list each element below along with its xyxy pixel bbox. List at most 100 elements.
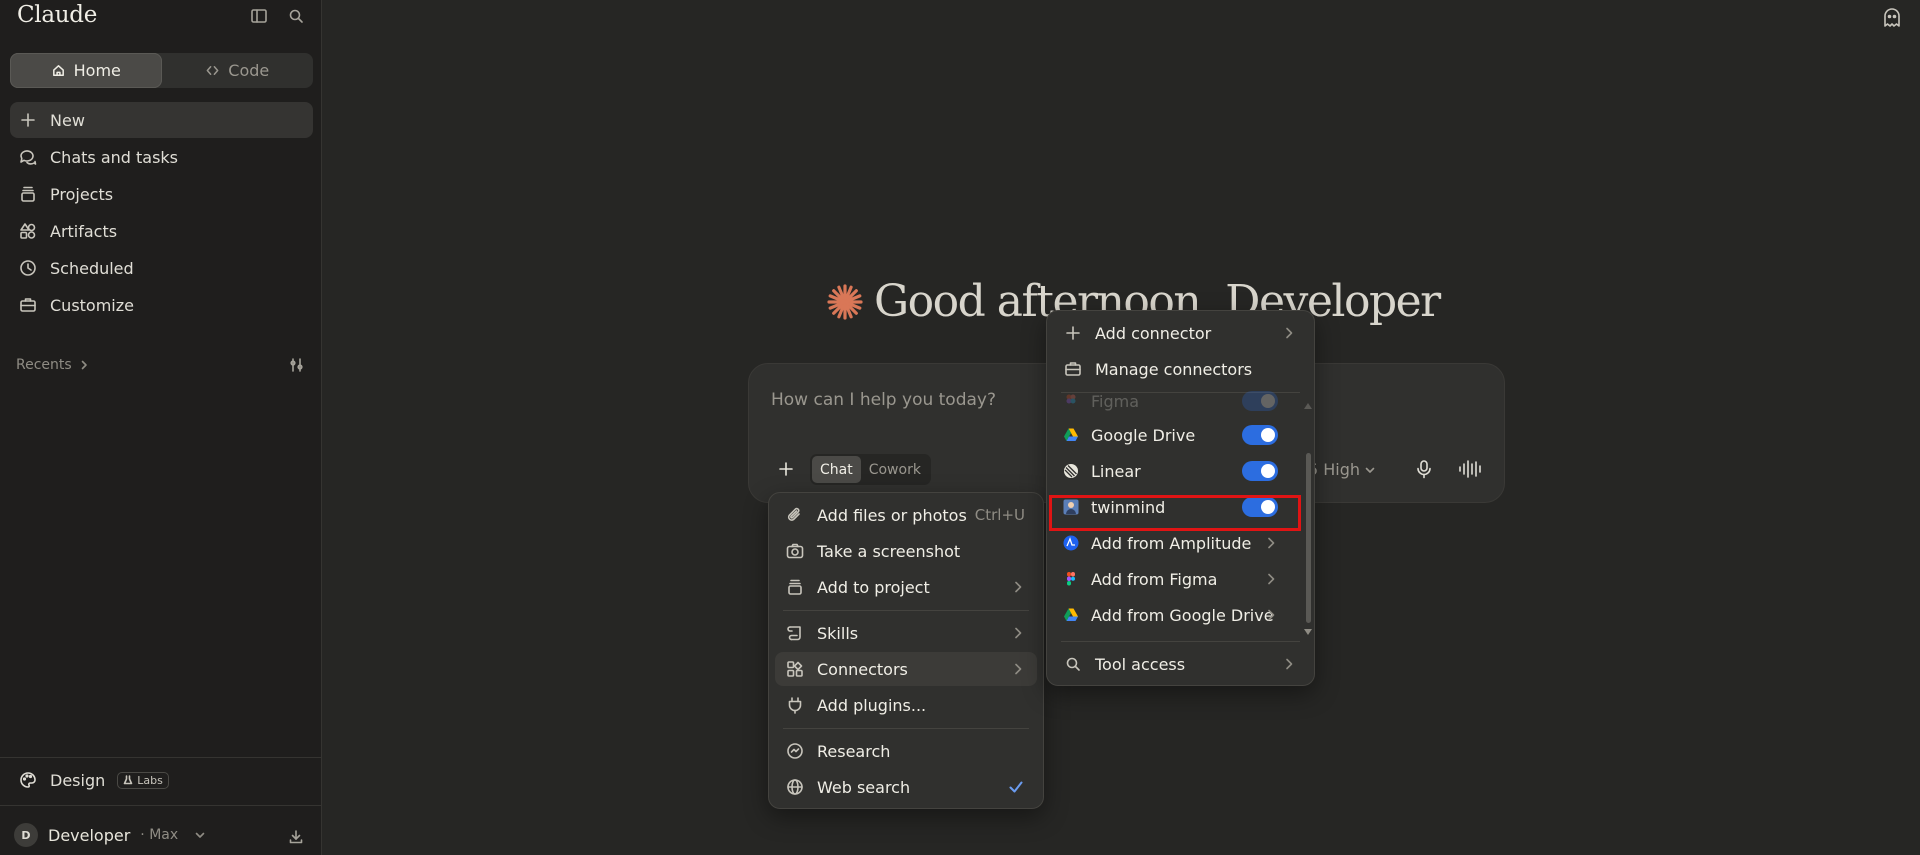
user-name: Developer bbox=[48, 825, 131, 845]
plugin-icon bbox=[788, 697, 802, 714]
chevron-down-icon bbox=[1365, 467, 1375, 473]
sidebar-item-projects[interactable]: Projects bbox=[10, 176, 313, 212]
design-item[interactable]: Design Labs bbox=[18, 770, 169, 790]
chevron-right-icon bbox=[1286, 327, 1293, 339]
menu-item-connectors[interactable]: Connectors bbox=[775, 652, 1037, 686]
filter-icon[interactable] bbox=[288, 356, 306, 374]
design-label: Design bbox=[50, 770, 106, 790]
menu-item-label: Skills bbox=[817, 623, 859, 643]
sidebar-item-label: Artifacts bbox=[50, 221, 118, 241]
sidebar: Claude Home Code New Chats and tasks Pro… bbox=[0, 0, 322, 855]
sidebar-item-chats[interactable]: Chats and tasks bbox=[10, 139, 313, 175]
menu-item-add-from-figma[interactable]: Add from Figma bbox=[1053, 562, 1308, 596]
search-icon[interactable] bbox=[285, 5, 307, 27]
chat-icon bbox=[20, 150, 37, 165]
model-selector[interactable]: 5 High bbox=[1308, 460, 1376, 479]
download-icon[interactable] bbox=[287, 828, 305, 846]
scroll-up-arrow-icon[interactable] bbox=[1304, 403, 1312, 409]
tab-home[interactable]: Home bbox=[10, 53, 162, 88]
recents-header: Recents bbox=[16, 356, 306, 374]
connector-label: Figma bbox=[1091, 391, 1140, 411]
chevron-down-icon bbox=[195, 832, 205, 838]
project-icon bbox=[788, 579, 802, 595]
user-profile[interactable]: D Developer · Max bbox=[14, 823, 206, 847]
menu-item-label: Tool access bbox=[1095, 654, 1186, 674]
menu-item-web-search[interactable]: Web search bbox=[775, 770, 1037, 804]
chevron-right-icon bbox=[1268, 537, 1275, 549]
sidebar-item-customize[interactable]: Customize bbox=[10, 287, 313, 323]
palette-icon bbox=[20, 772, 36, 788]
tab-home-label: Home bbox=[73, 61, 121, 80]
code-icon bbox=[206, 66, 219, 75]
scroll-down-arrow-icon[interactable] bbox=[1304, 629, 1312, 635]
connector-label: twinmind bbox=[1091, 497, 1166, 517]
sidebar-nav: New Chats and tasks Projects Artifacts S… bbox=[10, 102, 313, 324]
menu-item-label: Web search bbox=[817, 777, 911, 797]
attach-button[interactable] bbox=[769, 453, 803, 485]
recents-label: Recents bbox=[16, 357, 72, 373]
chevron-right-icon bbox=[81, 360, 87, 370]
menu-item-label: Add to project bbox=[817, 577, 930, 597]
linear-icon bbox=[1064, 464, 1078, 478]
chevron-right-icon bbox=[1268, 609, 1275, 621]
twinmind-icon bbox=[1063, 499, 1079, 515]
connector-toggle[interactable] bbox=[1242, 497, 1278, 517]
sidebar-item-label: Customize bbox=[50, 295, 134, 315]
menu-item-skills[interactable]: Skills bbox=[775, 616, 1037, 650]
menu-item-label: Connectors bbox=[817, 659, 908, 679]
artifacts-icon bbox=[20, 223, 36, 239]
home-icon bbox=[52, 65, 64, 76]
voice-mode-icon[interactable] bbox=[1457, 458, 1483, 480]
menu-item-add-from-google-drive[interactable]: Add from Google Drive bbox=[1053, 598, 1308, 632]
figma-icon bbox=[1067, 572, 1075, 586]
sidebar-item-new[interactable]: New bbox=[10, 102, 313, 138]
flask-icon bbox=[123, 775, 133, 785]
connector-toggle[interactable] bbox=[1242, 425, 1278, 445]
menu-item-add-connector[interactable]: Add connector bbox=[1053, 316, 1308, 350]
chevron-right-icon bbox=[1268, 573, 1275, 585]
menu-item-add-from-amplitude[interactable]: Add from Amplitude bbox=[1053, 526, 1308, 560]
connector-google-drive[interactable]: Google Drive bbox=[1053, 418, 1308, 452]
sidebar-divider bbox=[0, 757, 322, 758]
sidebar-item-scheduled[interactable]: Scheduled bbox=[10, 250, 313, 286]
connector-toggle[interactable] bbox=[1242, 391, 1278, 411]
menu-item-add-plugins[interactable]: Add plugins... bbox=[775, 688, 1037, 722]
app-logo[interactable]: Claude bbox=[17, 2, 97, 28]
tab-code[interactable]: Code bbox=[162, 53, 314, 88]
connector-toggle[interactable] bbox=[1242, 461, 1278, 481]
menu-item-tool-access[interactable]: Tool access bbox=[1053, 647, 1308, 681]
menu-item-label: Add files or photos bbox=[817, 505, 967, 525]
menu-item-label: Add from Figma bbox=[1091, 569, 1218, 589]
menu-item-manage-connectors[interactable]: Manage connectors bbox=[1053, 352, 1308, 386]
menu-divider bbox=[783, 610, 1029, 611]
menu-item-label: Add connector bbox=[1095, 323, 1212, 343]
sidebar-toggle-icon[interactable] bbox=[248, 5, 270, 27]
mode-cowork[interactable]: Cowork bbox=[861, 456, 929, 483]
projects-icon bbox=[21, 186, 35, 202]
menu-item-label: Add from Google Drive bbox=[1091, 605, 1274, 625]
ghost-icon[interactable] bbox=[1880, 6, 1904, 30]
connector-linear[interactable]: Linear bbox=[1053, 454, 1308, 488]
sidebar-item-label: New bbox=[50, 110, 85, 130]
connector-figma[interactable]: Figma bbox=[1053, 389, 1308, 413]
sidebar-divider bbox=[0, 805, 322, 806]
checkmark-icon bbox=[1009, 781, 1023, 793]
menu-item-add-to-project[interactable]: Add to project bbox=[775, 570, 1037, 604]
microphone-icon[interactable] bbox=[1413, 458, 1435, 480]
tab-code-label: Code bbox=[228, 61, 270, 80]
connector-twinmind[interactable]: twinmind bbox=[1053, 490, 1308, 524]
scrollbar-thumb[interactable] bbox=[1306, 453, 1311, 623]
menu-item-label: Add from Amplitude bbox=[1091, 533, 1252, 553]
search-icon bbox=[1066, 657, 1080, 671]
mode-chat[interactable]: Chat bbox=[812, 456, 861, 483]
recents-toggle[interactable]: Recents bbox=[16, 357, 90, 373]
briefcase-icon bbox=[20, 298, 36, 312]
menu-item-add-files[interactable]: Add files or photos Ctrl+U bbox=[775, 498, 1037, 532]
menu-item-screenshot[interactable]: Take a screenshot bbox=[775, 534, 1037, 568]
menu-item-label: Add plugins... bbox=[817, 695, 927, 715]
menu-divider bbox=[783, 728, 1029, 729]
menu-item-research[interactable]: Research bbox=[775, 734, 1037, 768]
sidebar-item-artifacts[interactable]: Artifacts bbox=[10, 213, 313, 249]
chevron-right-icon bbox=[1015, 581, 1022, 593]
clock-icon bbox=[20, 260, 36, 276]
